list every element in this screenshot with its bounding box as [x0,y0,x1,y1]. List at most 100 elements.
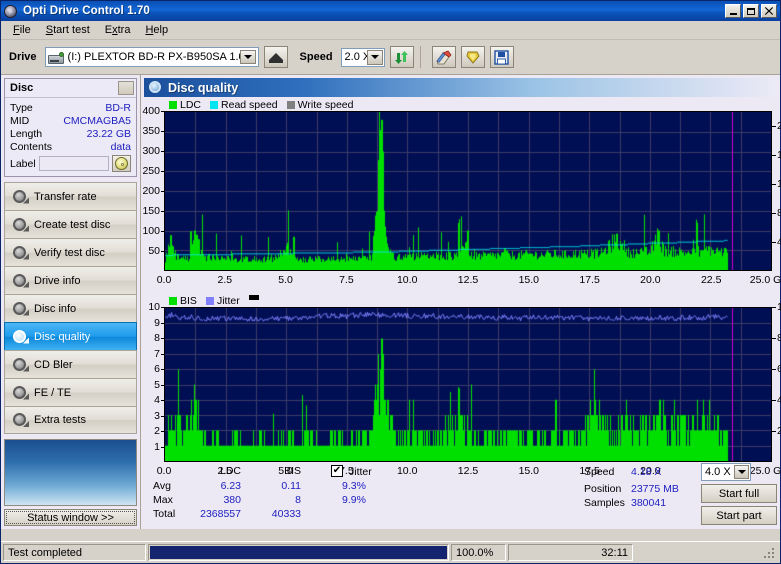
toolbar-separator [419,46,421,68]
save-button[interactable] [489,46,514,68]
app-disc-icon [4,4,19,19]
disc-label-caption: Label [10,157,36,170]
erase-button[interactable] [431,46,456,68]
stats-ldc-max: 380 [223,494,241,506]
sidebar-item-label: Extra tests [34,414,86,426]
chevron-down-icon[interactable] [734,465,749,479]
elapsed-time: 32:11 [508,544,633,561]
stats-ldc-total: 2368557 [200,508,241,520]
y2-tick-label: 8 X [777,206,781,219]
y-tick-label: 7 [154,347,160,360]
toolbar: Drive (I:) PLEXTOR BD-R PX-B950SA 1.04 S… [1,40,780,75]
maximize-button[interactable] [743,4,759,18]
legend-label: Read speed [221,98,278,111]
close-button[interactable] [761,4,777,18]
y-tick [161,369,164,370]
disc-label-input[interactable] [38,156,109,171]
x-tick-label: 20.0 [640,274,661,286]
status-window-button[interactable]: Status window >> [4,509,137,526]
y-tick [161,431,164,432]
menu-extra[interactable]: Extra [98,22,139,38]
window-controls [725,4,778,18]
y-tick [161,151,164,152]
progress-bar [148,544,449,561]
y-tick-label: 150 [142,205,160,217]
stats-header-bis: BIS [284,465,301,477]
sidebar-item-verify-test-disc[interactable]: Verify test disc [4,238,137,266]
plot-area-ldc [164,111,772,271]
legend-item-bis: BIS [169,295,197,307]
start-full-button[interactable]: Start full [701,484,777,503]
gold-disc-button[interactable] [460,46,485,68]
sidebar-item-cd-bler[interactable]: CD Bler [4,350,137,378]
disc-info-icon [12,301,29,316]
read-label-button[interactable] [112,155,131,172]
y-tick [161,446,164,448]
disc-verify-icon [12,245,29,260]
y2-tick [772,241,776,243]
y2-tick [772,183,776,185]
sidebar-item-fe-te[interactable]: FE / TE [4,378,137,406]
check-icon: ✔ [332,465,342,476]
disc-field-length: Length 23.22 GB [10,127,131,140]
legend-item-ldc: LDC [169,99,201,111]
minimize-button[interactable] [725,4,741,18]
status-message: Test completed [3,544,146,561]
sidebar-item-create-test-disc[interactable]: Create test disc [4,210,137,238]
legend-swatch-read-speed [210,100,219,109]
panel-title-bar: Disc quality [144,78,777,97]
menu-file[interactable]: FFileile [6,22,39,38]
x-tick-label: 22.5 [700,274,722,286]
sidebar-item-extra-tests[interactable]: Extra tests [4,406,137,434]
sidebar-item-disc-quality[interactable]: Disc quality [4,322,137,350]
legend-item-write-speed: Write speed [286,98,354,111]
stats-ldc-avg: 6.23 [220,480,241,492]
disc-group-button[interactable] [118,81,134,95]
y-tick [161,231,164,232]
legend-label: Write speed [297,98,354,111]
status-bar: Test completed 100.0% 32:11 [1,541,780,563]
sidebar-item-drive-info[interactable]: Drive info [4,266,137,294]
y-tick [161,415,164,417]
sidebar-item-transfer-rate[interactable]: Transfer rate [4,182,137,210]
disc-quality-icon [149,81,163,94]
y-tick-label: 2 [154,425,160,437]
y-tick-label: 8 [154,332,160,344]
save-icon [494,49,509,65]
menu-help[interactable]: Help [138,22,176,38]
disc-transfer-icon [12,189,29,204]
speed-select[interactable]: 2.0 X [340,47,385,67]
sidebar-item-label: Transfer rate [34,190,97,203]
legend-label: LDC [180,98,202,111]
y2-tick-label: 10% [777,301,781,313]
page-title: Disc quality [168,80,239,95]
sidebar-item-disc-info[interactable]: Disc info [4,294,137,322]
test-speed-select[interactable]: 4.0 X [701,463,751,481]
jitter-checkbox-label: Jitter [349,466,372,478]
y-tick [161,211,164,212]
y-tick-label: 4 [154,394,160,406]
chevron-down-icon[interactable] [366,49,383,65]
legend-label: BIS [180,294,197,307]
menu-start-test[interactable]: Start test [39,22,98,38]
y-tick-label: 400 [142,105,160,117]
resize-grip-icon[interactable] [762,546,776,560]
eject-button[interactable] [263,46,288,68]
disc-field-type: Type BD-R [10,101,131,114]
disc-fete-icon [12,385,29,400]
x-tick-label: 2.5 [217,274,233,286]
jitter-checkbox[interactable]: ✔ [331,465,343,477]
disc-info-group: Disc Type BD-R MID CMCMAGBA5 Length 23.2… [4,78,137,177]
refresh-button[interactable] [389,46,414,68]
stats-bis-max: 8 [295,494,301,506]
chevron-down-icon[interactable] [239,50,256,64]
legend-swatch-bis [169,296,177,305]
drive-select[interactable]: (I:) PLEXTOR BD-R PX-B950SA 1.04 [44,47,259,67]
chart-bottom: 12345678910 2%4%6%8%10% 0.02.55.07.510.0… [141,301,781,485]
sidebar-item-label: Disc quality [34,330,91,343]
disc-create-icon [12,217,29,232]
disc-label-row: Label [10,155,131,172]
legend-swatch-write-speed [286,100,295,109]
sidebar-item-label: Disc info [34,302,77,315]
start-part-button[interactable]: Start part [701,506,777,525]
